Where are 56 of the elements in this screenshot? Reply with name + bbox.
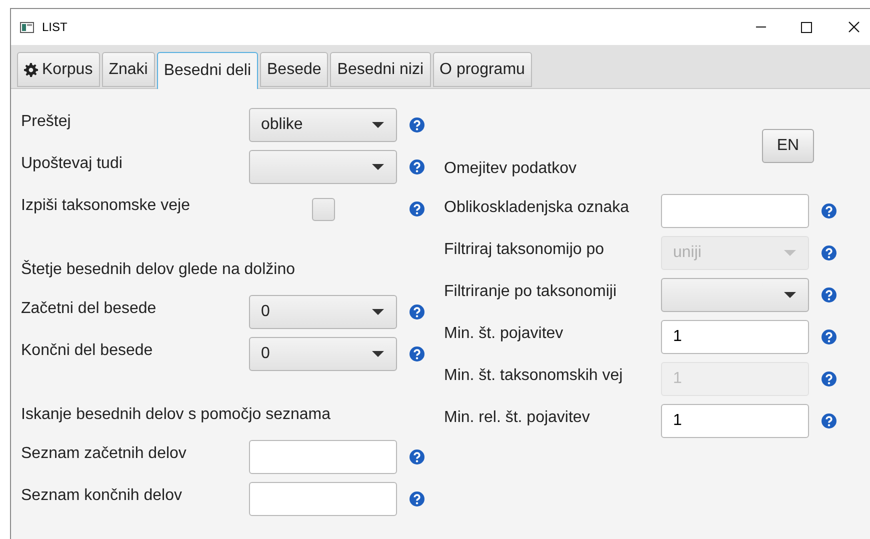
field-label: Upoštevaj tudi (21, 154, 124, 174)
caret-icon (784, 250, 796, 256)
help-icon[interactable] (821, 245, 837, 261)
section-heading: Omejitev podatkov (444, 159, 577, 179)
field-label: Oblikoskladenjska oznaka (444, 198, 630, 218)
dropdown[interactable]: 0 (249, 295, 397, 329)
help-icon[interactable] (409, 117, 425, 133)
section-heading: Štetje besednih delov glede na dolžino (21, 259, 295, 280)
help-icon[interactable] (821, 203, 837, 219)
field-label: Min. št. taksonomskih vej (444, 366, 624, 386)
input-field[interactable] (661, 194, 809, 228)
caret-icon (784, 292, 796, 298)
tab[interactable]: O programu (432, 52, 532, 87)
tab[interactable]: Besede (260, 52, 328, 87)
field-label: Izpiši taksonomske veje (21, 196, 191, 216)
help-icon[interactable] (821, 413, 837, 429)
caret-icon (372, 164, 384, 170)
field-label: Filtriraj taksonomijo po (444, 240, 606, 260)
field-label: Začetni del besede (21, 299, 158, 319)
caret-icon (372, 351, 384, 357)
app-icon (20, 22, 34, 32)
tab[interactable]: Korpus (17, 52, 100, 87)
input-field[interactable]: 1 (661, 320, 809, 354)
dropdown[interactable]: 0 (249, 337, 397, 371)
field-label: Min. rel. št. pojavitev (444, 408, 591, 428)
field-label: Filtriranje po taksonomiji (444, 282, 618, 302)
maximize-icon[interactable] (801, 22, 812, 32)
section-heading: Iskanje besednih delov s pomočjo seznama (21, 405, 331, 425)
help-icon[interactable] (409, 201, 425, 217)
input-field[interactable]: 1 (661, 404, 809, 438)
help-icon[interactable] (409, 346, 425, 362)
help-icon[interactable] (409, 159, 425, 175)
caret-icon (372, 309, 384, 315)
close-icon[interactable] (848, 21, 860, 33)
caret-icon (372, 122, 384, 128)
gear-icon (24, 62, 38, 76)
tab[interactable]: Znaki (102, 52, 155, 87)
help-icon[interactable] (821, 329, 837, 345)
field-label: Min. št. pojavitev (444, 324, 564, 344)
dropdown[interactable]: oblike (249, 108, 397, 142)
checkbox[interactable] (312, 198, 334, 220)
field-label: Seznam končnih delov (21, 486, 183, 506)
help-icon[interactable] (821, 287, 837, 303)
help-icon[interactable] (409, 304, 425, 320)
field-label: Končni del besede (21, 341, 154, 361)
tab[interactable]: Besedni deli (156, 52, 258, 89)
field-label: Preštej (21, 112, 72, 132)
help-icon[interactable] (821, 371, 837, 387)
input-field[interactable] (249, 482, 397, 516)
window-title: LIST (42, 19, 68, 36)
input-field[interactable] (249, 440, 397, 474)
field-label: Seznam začetnih delov (21, 444, 188, 464)
language-button[interactable]: EN (762, 129, 814, 163)
help-icon[interactable] (409, 491, 425, 507)
tab[interactable]: Besedni nizi (330, 52, 431, 87)
help-icon[interactable] (409, 449, 425, 465)
